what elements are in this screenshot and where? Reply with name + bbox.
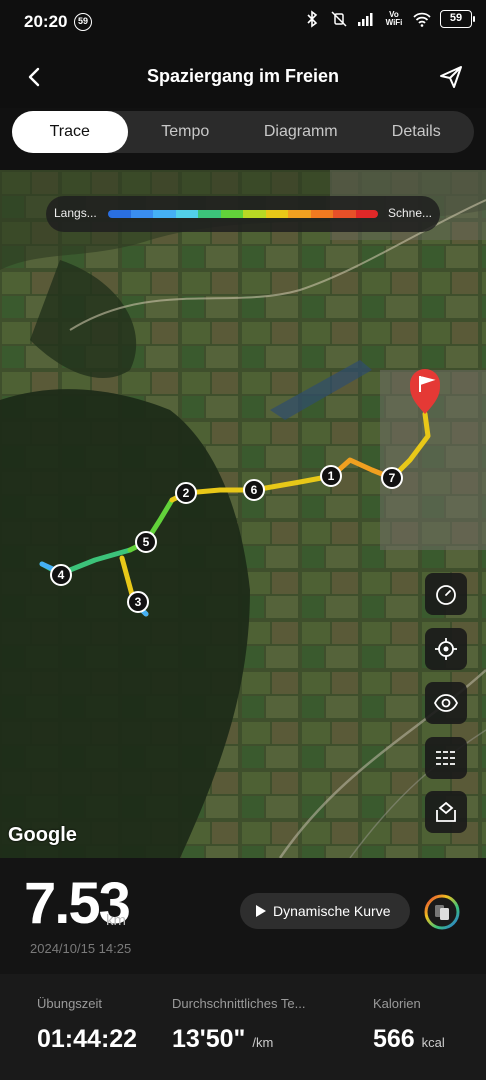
legend-segment-9	[288, 210, 311, 218]
tab-trace[interactable]: Trace	[12, 111, 128, 153]
legend-gradient-bar	[108, 210, 378, 218]
status-bar: 20:20 59 Vo WiFi 59	[0, 0, 486, 46]
map-layer-icon	[436, 801, 456, 822]
stat-duration-value: 01:44:22	[37, 1025, 137, 1054]
stat-duration: Übungszeit 01:44:22	[37, 996, 137, 1054]
notification-badge: 59	[74, 13, 92, 31]
stat-calories: Kalorien 566 kcal	[373, 996, 445, 1054]
legend-segment-3	[153, 210, 176, 218]
pace-legend: Langs... Schne...	[46, 196, 440, 232]
stat-pace-label: Durchschnittliches Te...	[172, 996, 306, 1011]
legend-segment-10	[310, 210, 333, 218]
eye-icon	[434, 694, 458, 712]
dynamic-curve-button[interactable]: Dynamische Kurve	[240, 893, 410, 929]
route-marker-6[interactable]: 6	[243, 479, 265, 501]
device-sync-icon[interactable]	[423, 893, 461, 931]
duration-value: 01:44:22	[37, 1025, 138, 1053]
visibility-button[interactable]	[425, 682, 467, 724]
stat-pace: Durchschnittliches Te... 13'50" /km	[172, 996, 305, 1054]
legend-segment-1	[108, 210, 131, 218]
stat-pace-value: 13'50" /km	[172, 1025, 305, 1054]
satellite-map[interactable]: 1 2 3 4 5 6 7 Langs... Schne... Google	[0, 170, 486, 858]
legend-segment-12	[355, 210, 378, 218]
stats-row: Übungszeit 01:44:22 Durchschnittliches T…	[0, 974, 486, 1080]
pace-value: 13'50"	[172, 1025, 246, 1053]
app-header: Spaziergang im Freien	[0, 46, 486, 108]
tab-bar: Trace Tempo Diagramm Details	[12, 111, 474, 153]
route-marker-7[interactable]: 7	[381, 467, 403, 489]
route-marker-3[interactable]: 3	[127, 591, 149, 613]
legend-segment-8	[265, 210, 288, 218]
stat-calories-value: 566 kcal	[373, 1025, 445, 1054]
tab-details[interactable]: Details	[359, 111, 475, 153]
dynamic-curve-label: Dynamische Kurve	[273, 903, 391, 919]
send-icon[interactable]	[438, 64, 464, 90]
locate-icon	[435, 638, 457, 660]
route-marker-4[interactable]: 4	[50, 564, 72, 586]
battery-indicator: 59	[440, 10, 475, 28]
list-button[interactable]	[425, 737, 467, 779]
route-marker-1[interactable]: 1	[320, 465, 342, 487]
legend-segment-4	[175, 210, 198, 218]
wifi-icon	[413, 12, 431, 27]
speedometer-button[interactable]	[425, 573, 467, 615]
legend-segment-2	[130, 210, 153, 218]
legend-segment-7	[243, 210, 266, 218]
workout-datetime: 2024/10/15 14:25	[30, 941, 132, 956]
speedometer-icon	[436, 585, 456, 605]
stat-duration-label: Übungszeit	[37, 996, 103, 1011]
stat-calories-label: Kalorien	[373, 996, 421, 1011]
tab-tempo[interactable]: Tempo	[128, 111, 244, 153]
pace-unit: /km	[252, 1035, 274, 1050]
play-icon	[256, 905, 266, 917]
map-layer-button[interactable]	[425, 791, 467, 833]
calories-value: 566	[373, 1025, 415, 1053]
legend-segment-11	[333, 210, 356, 218]
locate-button[interactable]	[425, 628, 467, 670]
legend-slow-label: Langs...	[54, 206, 97, 220]
status-icons: Vo WiFi 59	[303, 10, 475, 28]
status-time: 20:20	[24, 12, 68, 31]
page-title: Spaziergang im Freien	[146, 66, 340, 86]
list-icon	[436, 751, 456, 765]
route-marker-2[interactable]: 2	[175, 482, 197, 504]
legend-fast-label: Schne...	[387, 206, 432, 220]
google-logo: Google	[8, 824, 77, 846]
signal-icon	[358, 13, 373, 26]
legend-segment-6	[220, 210, 243, 218]
legend-segment-5	[198, 210, 221, 218]
map-imagery	[0, 170, 486, 858]
calories-unit: kcal	[421, 1035, 445, 1050]
workout-summary: 7.53 km 2024/10/15 14:25 Dynamische Kurv…	[0, 858, 486, 974]
mute-vibrate-icon	[331, 11, 347, 27]
route-marker-5[interactable]: 5	[135, 531, 157, 553]
distance-unit: km	[106, 912, 126, 929]
vowifi-label: Vo WiFi	[385, 10, 403, 27]
tab-diagramm[interactable]: Diagramm	[243, 111, 359, 153]
bluetooth-icon	[307, 10, 318, 28]
